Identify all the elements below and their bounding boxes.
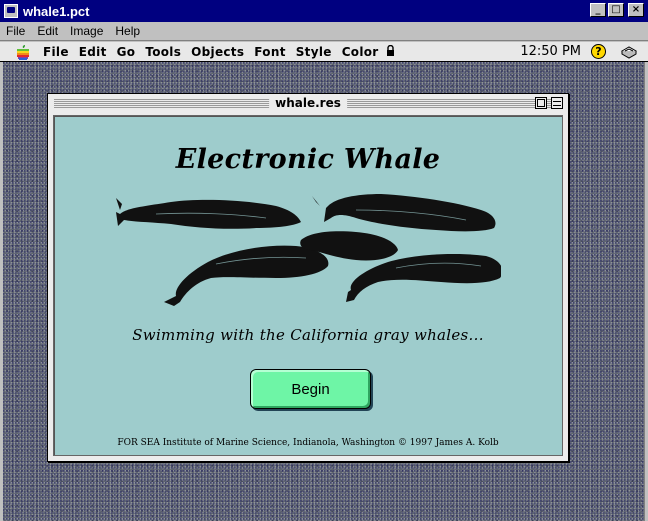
help-icon[interactable]: ?	[591, 44, 606, 59]
whales-illustration	[116, 194, 501, 306]
win-menu-bar: File Edit Image Help	[0, 22, 648, 41]
mac-menu-color[interactable]: Color	[337, 45, 384, 59]
win-menu-help[interactable]: Help	[109, 24, 146, 38]
close-button[interactable]: ×	[628, 3, 644, 17]
minimize-button[interactable]: _	[590, 3, 606, 17]
app-menu-icon[interactable]	[620, 45, 638, 59]
mac-menu-tools[interactable]: Tools	[140, 45, 186, 59]
document-title: whale.res	[269, 95, 347, 111]
subtitle: Swimming with the California gray whales…	[132, 326, 484, 344]
window-border-left	[0, 62, 3, 521]
document-window: whale.res Electronic Whale Swimming with…	[47, 93, 569, 462]
win-menu-file[interactable]: File	[0, 24, 31, 38]
document-content: Electronic Whale Swimming with the Calif…	[53, 115, 563, 456]
mac-menu-style[interactable]: Style	[291, 45, 337, 59]
lock-icon	[386, 44, 395, 59]
mac-menu-objects[interactable]: Objects	[186, 45, 249, 59]
window-title-bar[interactable]: whale1.pct _ □ ×	[0, 0, 648, 22]
win-menu-edit[interactable]: Edit	[31, 24, 64, 38]
credit-line: FOR SEA Institute of Marine Science, Ind…	[117, 438, 499, 448]
mac-menu-font[interactable]: Font	[249, 45, 290, 59]
begin-button[interactable]: Begin	[250, 369, 371, 409]
apple-icon[interactable]	[16, 44, 30, 60]
win-menu-image[interactable]: Image	[64, 24, 109, 38]
mac-menu-file[interactable]: File	[38, 45, 74, 59]
window-title: whale1.pct	[23, 3, 90, 19]
mac-menu-edit[interactable]: Edit	[74, 45, 112, 59]
page-title: Electronic Whale	[175, 144, 441, 175]
maximize-button[interactable]: □	[608, 3, 624, 17]
mac-menu-go[interactable]: Go	[112, 45, 141, 59]
zoom-box-icon[interactable]	[535, 97, 547, 109]
menu-bar-status: 12:50 PM ?	[520, 44, 648, 59]
window-border-right	[644, 62, 648, 521]
clock[interactable]: 12:50 PM	[520, 44, 581, 59]
mac-menu-bar: File Edit Go Tools Objects Font Style Co…	[0, 42, 648, 62]
collapse-box-icon[interactable]	[551, 97, 563, 109]
app-icon[interactable]	[4, 4, 18, 18]
window-controls: _ □ ×	[590, 3, 644, 17]
